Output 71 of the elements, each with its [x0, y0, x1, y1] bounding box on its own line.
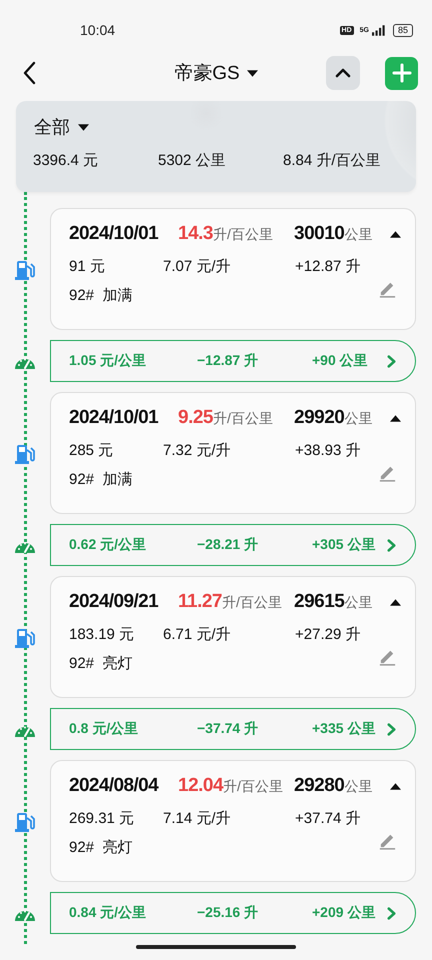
refuel-date: 2024/09/21 [69, 591, 160, 613]
refuel-date: 2024/08/04 [69, 775, 160, 797]
trip-distance: +335 公里 [312, 720, 376, 738]
fuel-used: −28.21 升 [197, 536, 260, 554]
fuel-note: 92# 加满 [69, 287, 132, 304]
fuel-cost: 91 元 [69, 257, 106, 276]
chevron-right-icon [387, 722, 396, 736]
refuel-date: 2024/10/01 [69, 223, 160, 245]
average-consumption: 8.84 升/百公里 [283, 151, 381, 170]
chevron-up-icon[interactable] [335, 68, 351, 78]
fuel-consumption: 12.04升/百公里 [178, 775, 284, 797]
collapse-icon[interactable] [390, 230, 401, 238]
battery-indicator: 85 [392, 24, 413, 36]
fuel-cost: 183.19 元 [69, 625, 136, 644]
fuel-note: 92# 亮灯 [69, 839, 132, 856]
collapse-icon[interactable] [390, 782, 401, 790]
fuel-note: 92# 加满 [69, 471, 132, 488]
chevron-right-icon [387, 354, 396, 368]
status-time: 10:04 [80, 22, 116, 38]
fuel-pump-icon [15, 442, 35, 464]
fuel-note: 92# 亮灯 [69, 655, 132, 672]
chevron-right-icon [387, 906, 396, 920]
refuel-card[interactable]: 2024/10/01 9.25升/百公里 29920公里 285 元 7.32 元/升 +38.93 升 92# 加满 [50, 392, 416, 514]
fuel-consumption: 14.3升/百公里 [178, 223, 274, 245]
fuel-volume: +37.74 升 [295, 809, 360, 828]
collapse-icon[interactable] [390, 414, 401, 422]
unit-price: 6.71 元/升 [163, 625, 232, 644]
trip-distance: +209 公里 [312, 904, 376, 922]
refuel-card[interactable]: 2024/10/01 14.3升/百公里 30010公里 91 元 7.07 元/升 +12.87 升 92# 加满 [50, 208, 416, 330]
trip-distance: +90 公里 [312, 352, 369, 370]
refuel-card[interactable]: 2024/09/21 11.27升/百公里 29615公里 183.19 元 6.71 元/升 +27.29 升 92# 亮灯 [50, 576, 416, 698]
chevron-right-icon [387, 538, 396, 552]
collapse-icon[interactable] [390, 598, 401, 606]
unit-price: 7.32 元/升 [163, 441, 232, 460]
odometer-reading: 29280公里 [294, 775, 374, 797]
refuel-date: 2024/10/01 [69, 407, 160, 429]
fuel-consumption: 9.25升/百公里 [178, 407, 274, 429]
unit-price: 7.07 元/升 [163, 257, 232, 276]
trip-distance: +305 公里 [312, 536, 376, 554]
fuel-volume: +38.93 升 [295, 441, 360, 460]
vehicle-title[interactable]: 帝豪GS [174, 60, 240, 86]
fuel-used: −25.16 升 [197, 904, 260, 922]
refuel-card[interactable]: 2024/08/04 12.04升/百公里 29280公里 269.31 元 7.14 元/升 +37.74 升 92# 亮灯 [50, 760, 416, 882]
fuel-pump-icon [15, 810, 35, 832]
total-distance: 5302 公里 [158, 151, 227, 170]
fuel-pump-icon [15, 258, 35, 280]
fuel-volume: +27.29 升 [295, 625, 360, 644]
fuel-volume: +12.87 升 [295, 257, 360, 276]
odometer-reading: 29615公里 [294, 591, 374, 613]
dropdown-icon[interactable] [78, 124, 89, 130]
cost-per-km: 0.62 元/公里 [69, 536, 148, 554]
signal-icon [372, 24, 386, 36]
fuel-pump-icon [15, 626, 35, 648]
fuel-cost: 285 元 [69, 441, 114, 460]
add-button[interactable] [385, 56, 418, 90]
odometer-reading: 29920公里 [294, 407, 374, 429]
total-cost: 3396.4 元 [33, 151, 100, 170]
filter-dropdown[interactable]: 全部 [34, 115, 70, 139]
collapse-button[interactable] [326, 56, 360, 90]
dropdown-icon[interactable] [246, 70, 258, 76]
odometer-reading: 30010公里 [294, 223, 374, 245]
fuel-cost: 269.31 元 [69, 809, 136, 828]
plus-icon[interactable] [392, 63, 412, 83]
unit-price: 7.14 元/升 [163, 809, 232, 828]
cost-per-km: 0.8 元/公里 [69, 720, 140, 738]
cost-per-km: 1.05 元/公里 [69, 352, 148, 370]
back-icon[interactable] [22, 61, 36, 85]
fuel-consumption: 11.27升/百公里 [178, 591, 283, 613]
fuel-used: −37.74 升 [197, 720, 260, 738]
fuel-used: −12.87 升 [197, 352, 260, 370]
cost-per-km: 0.84 元/公里 [69, 904, 148, 922]
